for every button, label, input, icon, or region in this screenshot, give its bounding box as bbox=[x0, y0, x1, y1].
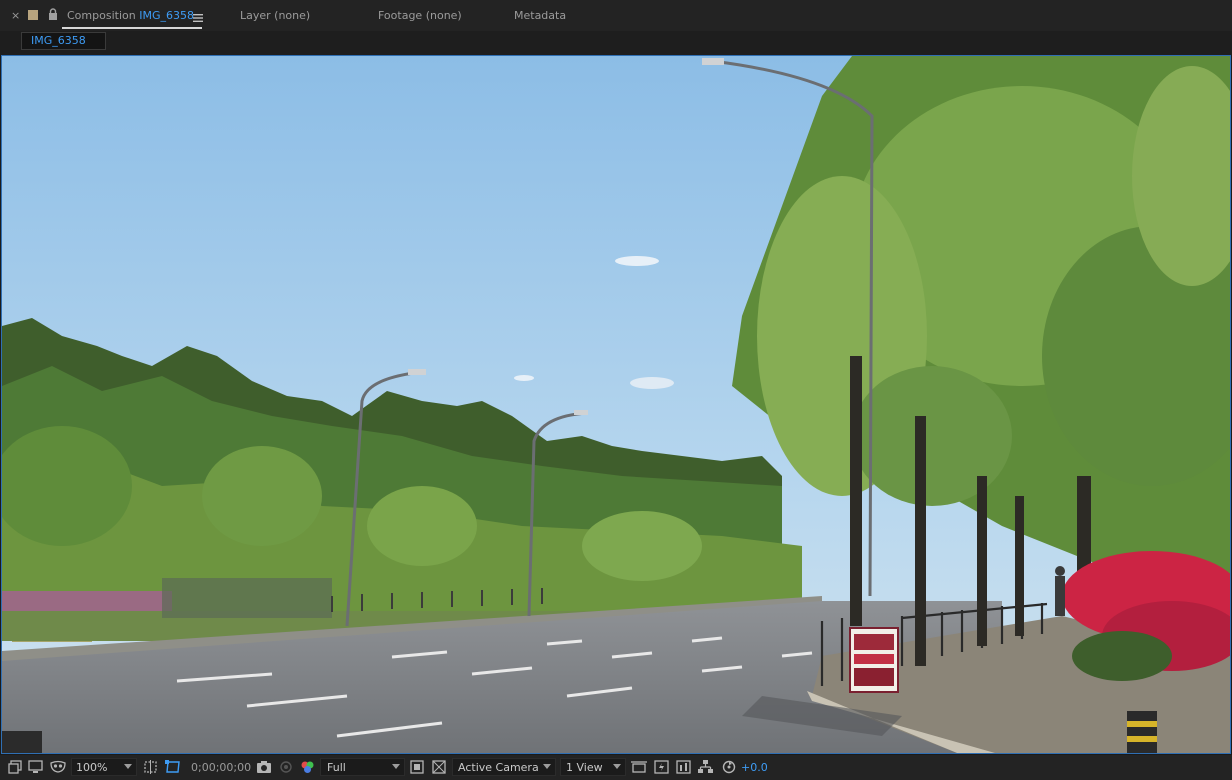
transparency-grid-icon[interactable] bbox=[165, 760, 181, 777]
tab-composition-prefix: Composition bbox=[67, 9, 136, 22]
chevron-down-icon bbox=[392, 764, 400, 769]
camera-dropdown[interactable]: Active Camera bbox=[452, 758, 556, 776]
chevron-down-icon bbox=[543, 764, 551, 769]
composition-navigator-row: IMG_6358 bbox=[0, 31, 1232, 55]
active-tab-indicator bbox=[62, 27, 202, 29]
always-preview-icon[interactable] bbox=[8, 760, 22, 777]
composition-color-label bbox=[28, 10, 38, 20]
timeline-icon[interactable] bbox=[676, 760, 691, 777]
resolution-value: Full bbox=[327, 761, 346, 774]
mask-visibility-icon[interactable] bbox=[50, 760, 66, 777]
draft-3d-icon[interactable] bbox=[654, 760, 669, 777]
monitor-icon[interactable] bbox=[28, 760, 43, 777]
panel-tab-bar: × Composition IMG_6358 Layer (none) Foot… bbox=[0, 0, 1232, 31]
snapshot-icon[interactable] bbox=[256, 760, 272, 777]
close-icon[interactable]: × bbox=[11, 9, 20, 22]
zoom-value: 100% bbox=[76, 761, 108, 774]
tab-footage[interactable]: Footage (none) bbox=[378, 9, 462, 22]
composition-frame-image bbox=[2, 56, 1230, 753]
chevron-down-icon bbox=[124, 764, 132, 769]
current-time-display[interactable]: 0;00;00;00 bbox=[191, 761, 251, 774]
tab-layer[interactable]: Layer (none) bbox=[240, 9, 310, 22]
color-channels-icon[interactable] bbox=[300, 760, 315, 777]
toggle-transparency-icon[interactable] bbox=[432, 760, 446, 777]
viewer-toolbar: 100% 0;00;00;00 Full Active Camera 1 Vie… bbox=[0, 754, 1232, 780]
view-layout-value: 1 View bbox=[566, 761, 603, 774]
composition-subtab[interactable]: IMG_6358 bbox=[21, 32, 106, 50]
reset-exposure-icon[interactable] bbox=[722, 760, 736, 777]
3d-view-icon[interactable] bbox=[631, 760, 647, 777]
region-of-interest-icon[interactable] bbox=[143, 760, 158, 777]
panel-menu-icon[interactable] bbox=[193, 12, 203, 25]
zoom-dropdown[interactable]: 100% bbox=[71, 758, 137, 776]
camera-value: Active Camera bbox=[458, 761, 539, 774]
view-layout-dropdown[interactable]: 1 View bbox=[560, 758, 626, 776]
flowchart-icon[interactable] bbox=[698, 760, 713, 777]
tab-composition-name: IMG_6358 bbox=[139, 9, 194, 22]
composition-viewer[interactable] bbox=[1, 55, 1231, 754]
fast-preview-icon[interactable] bbox=[410, 760, 424, 777]
exposure-value[interactable]: +0.0 bbox=[741, 761, 768, 774]
lock-icon[interactable] bbox=[48, 8, 58, 23]
show-snapshot-icon[interactable] bbox=[279, 760, 293, 777]
resolution-dropdown[interactable]: Full bbox=[320, 758, 405, 776]
tab-composition[interactable]: Composition IMG_6358 bbox=[67, 9, 194, 22]
tab-metadata[interactable]: Metadata bbox=[514, 9, 566, 22]
chevron-down-icon bbox=[613, 764, 621, 769]
